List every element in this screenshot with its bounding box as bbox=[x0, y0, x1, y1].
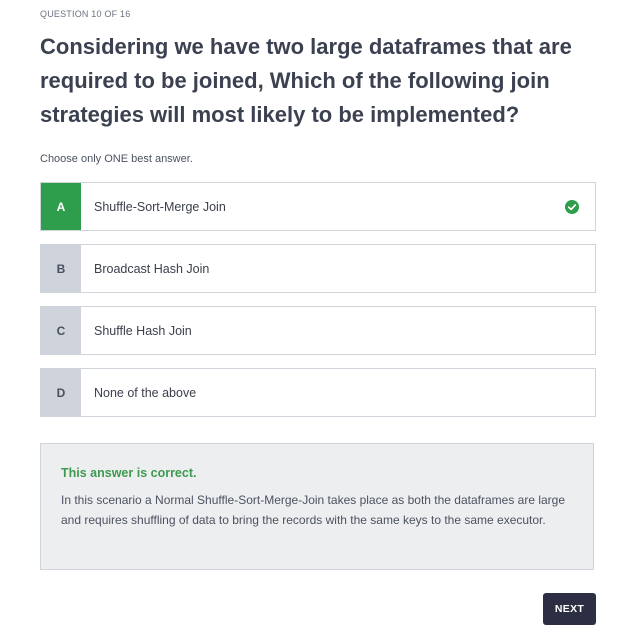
option-letter: A bbox=[41, 183, 81, 230]
question-text: Considering we have two large dataframes… bbox=[40, 34, 572, 127]
option-b[interactable]: B Broadcast Hash Join bbox=[40, 244, 596, 293]
option-label: Shuffle Hash Join bbox=[94, 323, 192, 338]
option-label: None of the above bbox=[94, 385, 197, 400]
option-c[interactable]: C Shuffle Hash Join bbox=[40, 306, 596, 355]
check-circle-icon bbox=[565, 199, 579, 214]
option-letter: B bbox=[41, 245, 81, 292]
option-letter: C bbox=[41, 307, 81, 354]
next-button[interactable]: NEXT bbox=[543, 593, 596, 625]
option-label: Shuffle-Sort-Merge Join bbox=[94, 199, 226, 214]
feedback-title: This answer is correct. bbox=[61, 466, 197, 480]
feedback-explanation: In this scenario a Normal Shuffle-Sort-M… bbox=[61, 493, 566, 527]
option-label: Broadcast Hash Join bbox=[94, 261, 210, 276]
option-d[interactable]: D None of the above bbox=[40, 368, 596, 417]
question-counter: QUESTION 10 OF 16 bbox=[40, 9, 131, 19]
option-letter: D bbox=[41, 369, 81, 416]
feedback-panel: This answer is correct. In this scenario… bbox=[40, 443, 594, 570]
answer-instruction: Choose only ONE best answer. bbox=[40, 153, 193, 165]
option-a[interactable]: A Shuffle-Sort-Merge Join bbox=[40, 182, 596, 231]
